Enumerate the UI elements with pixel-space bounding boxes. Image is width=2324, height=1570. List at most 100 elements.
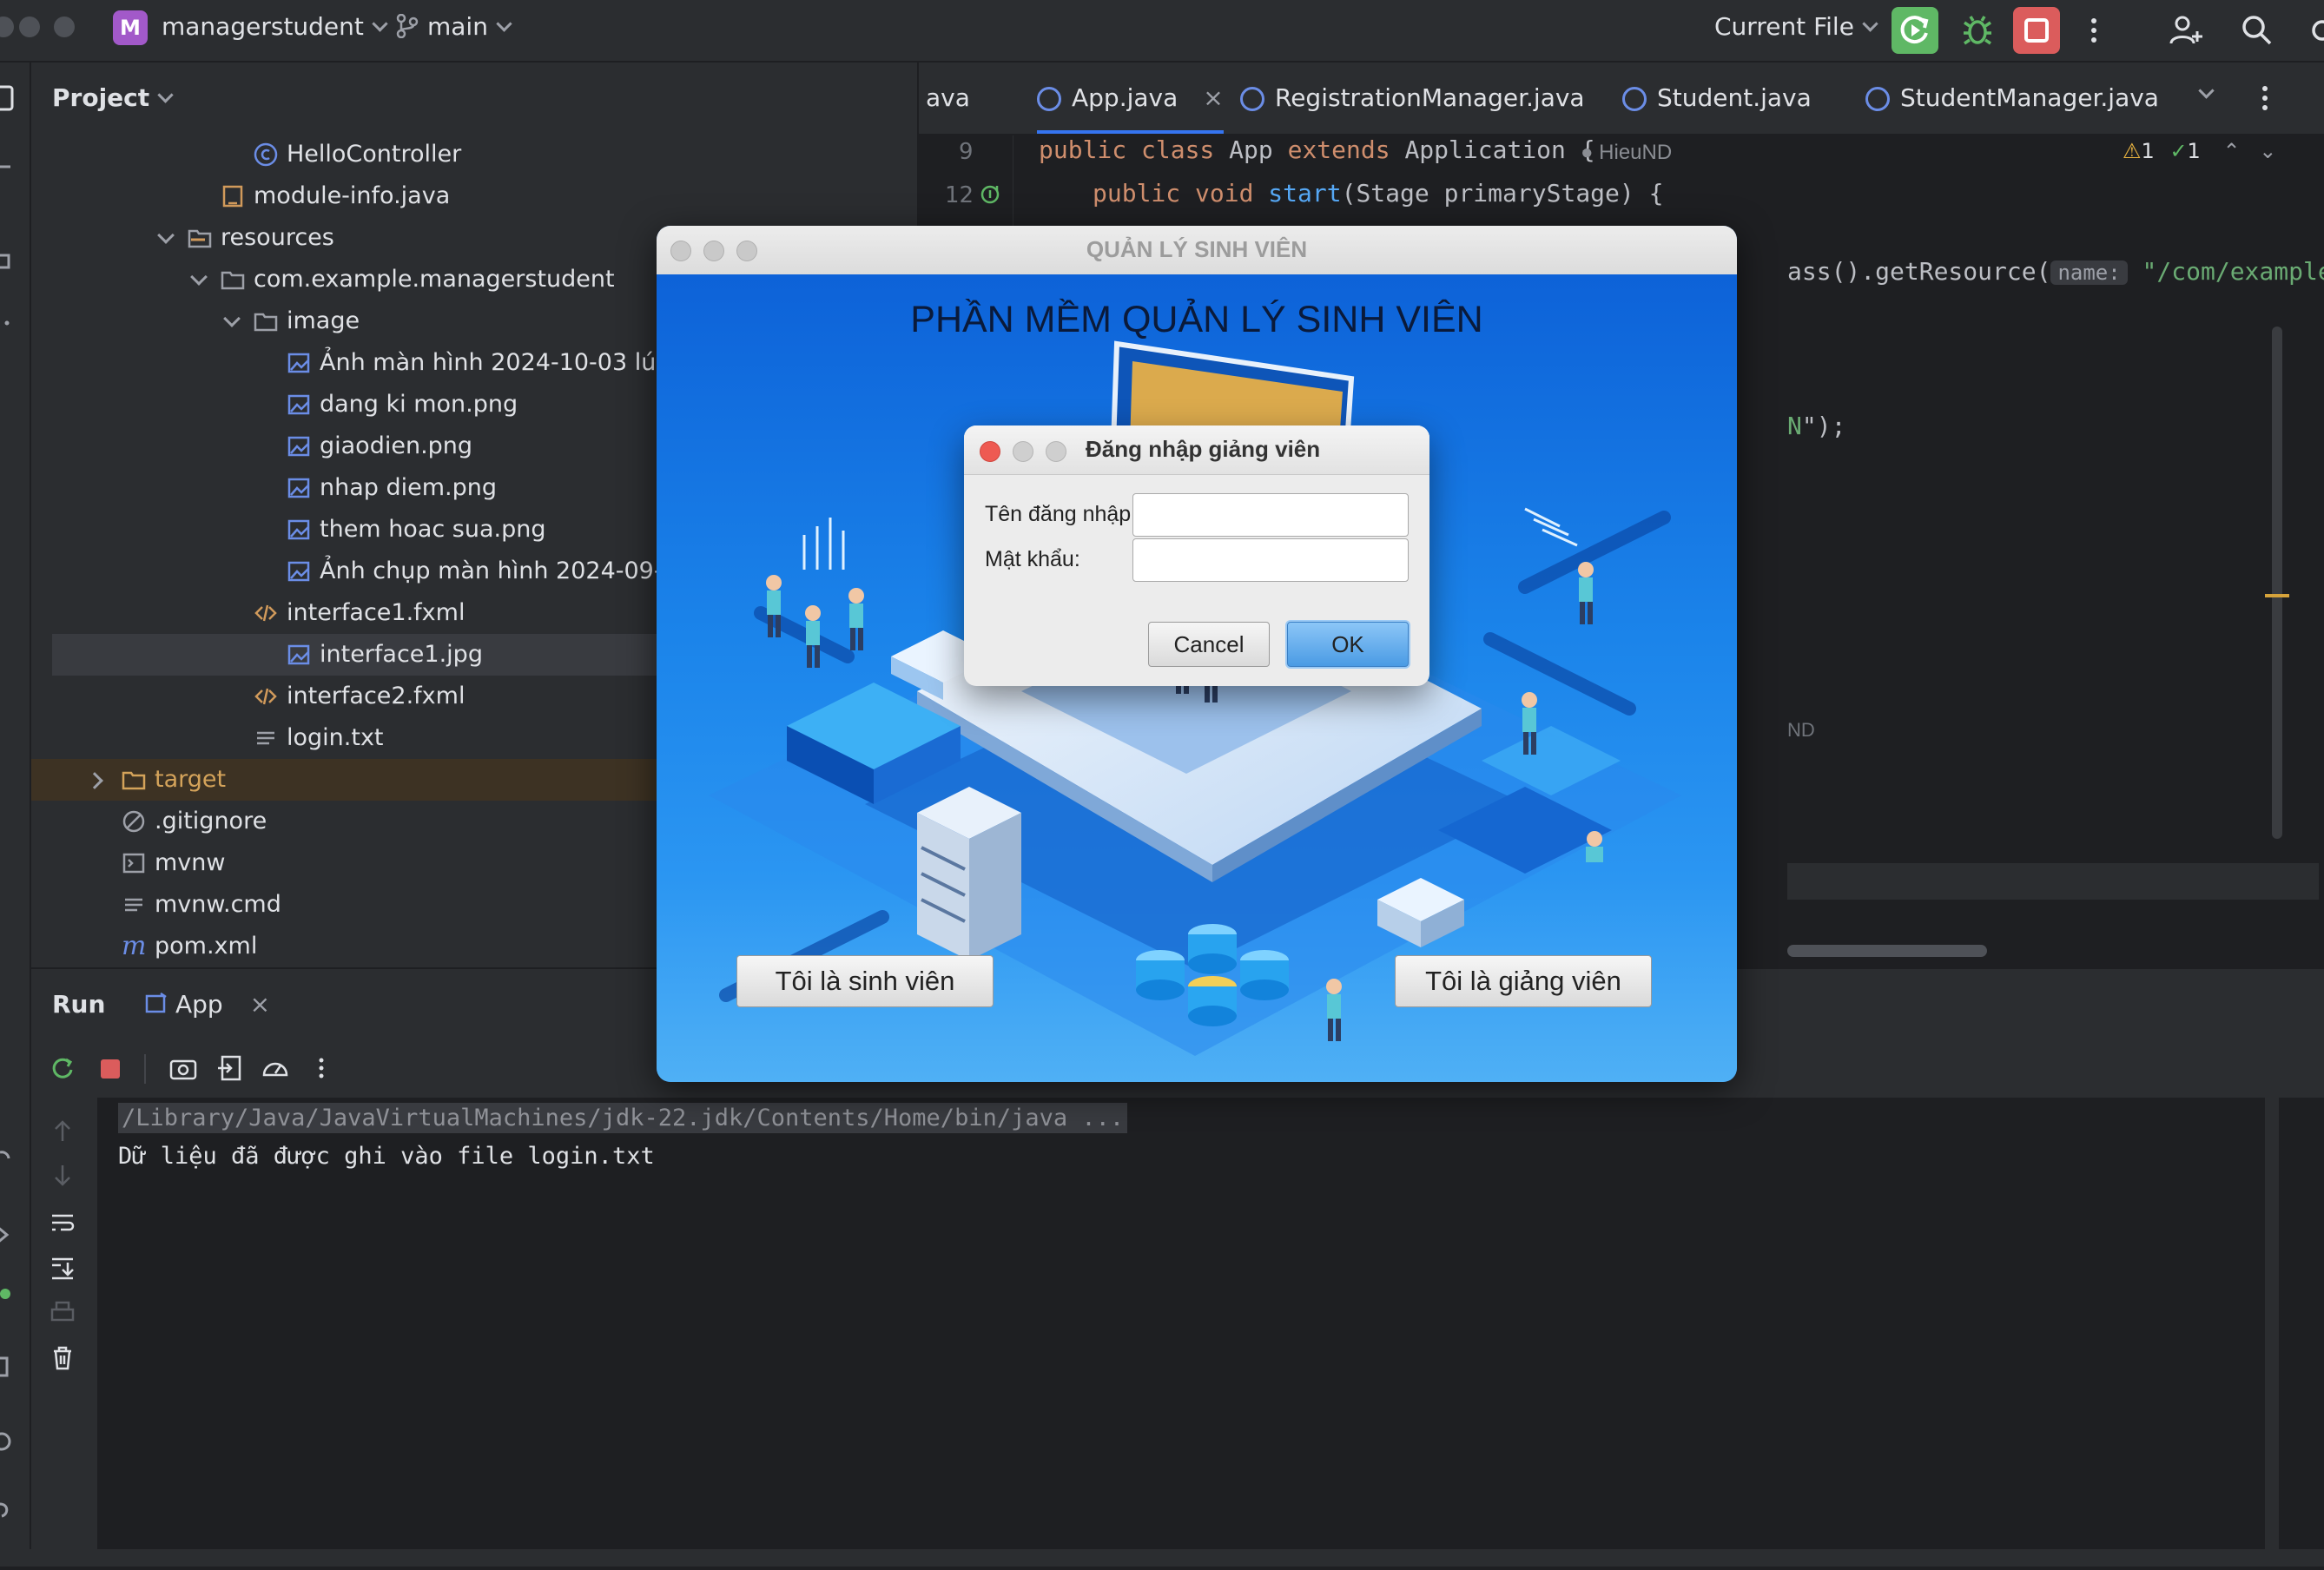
chevron-down-icon[interactable] xyxy=(223,310,241,327)
branch-selector[interactable]: main xyxy=(396,12,512,41)
window-close-icon[interactable] xyxy=(0,16,14,37)
tree-item-label: target xyxy=(155,766,227,793)
chevron-down-icon xyxy=(1862,16,1878,32)
more-vertical-icon[interactable] xyxy=(313,1054,330,1082)
inspection-widget[interactable]: ⚠1 ✓1 ⌃ ⌄ xyxy=(2123,139,2276,163)
project-view-selector[interactable]: Project xyxy=(52,83,174,112)
author-name: HieuND xyxy=(1599,141,1673,164)
code-token: N xyxy=(1787,412,1802,440)
dialog-minimize-icon[interactable] xyxy=(1013,441,1033,462)
tab-app-java[interactable]: App.java × xyxy=(1037,63,1224,134)
tree-item-module-info[interactable]: module-info.java xyxy=(31,175,917,217)
gear-icon xyxy=(2312,20,2324,41)
git-branch-icon xyxy=(396,13,419,39)
close-tab-icon[interactable]: × xyxy=(1203,83,1223,112)
code-fragment-author: ND xyxy=(1787,719,1815,741)
bug-icon xyxy=(1964,16,1991,45)
ok-button[interactable]: OK xyxy=(1287,622,1409,667)
stop-button[interactable] xyxy=(2013,7,2060,54)
console-output[interactable]: /Library/Java/JavaVirtualMachines/jdk-22… xyxy=(97,1098,2324,1549)
search-icon xyxy=(2242,16,2272,45)
dialog-close-icon[interactable] xyxy=(980,441,1000,462)
dialog-zoom-icon[interactable] xyxy=(1046,441,1066,462)
tree-item-label: mvnw xyxy=(155,849,226,876)
more-actions-button[interactable] xyxy=(2072,9,2116,52)
project-selector[interactable]: managerstudent xyxy=(162,12,388,41)
debug-button[interactable] xyxy=(1956,9,1999,52)
run-panel-title: Run xyxy=(52,990,106,1019)
warning-icon: ⚠ xyxy=(2123,139,2142,163)
override-gutter-icon[interactable] xyxy=(980,182,1004,207)
scroll-to-end-icon[interactable] xyxy=(49,1254,76,1282)
dialog-title: Đăng nhập giảng viên xyxy=(1086,436,1321,462)
image-file-icon xyxy=(287,353,310,373)
student-role-button[interactable]: Tôi là sinh viên xyxy=(736,955,994,1007)
rerun-icon[interactable] xyxy=(49,1054,76,1082)
chevron-down-icon[interactable]: ⌄ xyxy=(2259,139,2276,163)
username-input[interactable] xyxy=(1132,493,1409,537)
soft-wrap-icon[interactable] xyxy=(49,1209,76,1237)
param-hint: name: xyxy=(2050,261,2128,285)
stop-icon[interactable] xyxy=(101,1059,120,1079)
code-token: public class xyxy=(1039,135,1230,164)
tab-label: Student.java xyxy=(1657,83,1812,112)
camera-icon[interactable] xyxy=(168,1054,198,1082)
exit-icon[interactable] xyxy=(215,1054,243,1082)
text-file-icon xyxy=(257,731,274,745)
tabs-overflow-button[interactable] xyxy=(2198,82,2215,105)
tree-item-label: dang ki mon.png xyxy=(320,391,518,418)
editor-bottom-strip xyxy=(1787,863,2319,900)
arrow-down-icon[interactable] xyxy=(49,1162,76,1190)
tab-label: StudentManager.java xyxy=(1900,83,2159,112)
tree-item-label: login.txt xyxy=(287,724,384,751)
maven-icon: m xyxy=(122,931,147,961)
project-name: managerstudent xyxy=(162,12,364,41)
vertical-scrollbar[interactable] xyxy=(2272,327,2282,839)
tool-window-icons xyxy=(0,85,14,1518)
cancel-button[interactable]: Cancel xyxy=(1148,622,1270,667)
tab-student[interactable]: Student.java xyxy=(1622,63,1812,134)
rerun-button[interactable] xyxy=(1892,7,1938,54)
image-file-icon xyxy=(287,478,310,498)
chevron-up-icon[interactable]: ⌃ xyxy=(2222,139,2240,163)
tree-item-hellocontroller[interactable]: HelloController xyxy=(31,134,917,175)
fxml-file-icon xyxy=(254,688,277,705)
profiler-icon[interactable] xyxy=(261,1054,290,1082)
tool-window-strip xyxy=(0,63,31,1567)
password-label: Mật khẩu: xyxy=(985,547,1080,571)
class-icon xyxy=(254,142,278,167)
arrow-up-icon[interactable] xyxy=(49,1117,76,1145)
tree-item-label: pom.xml xyxy=(155,933,258,960)
tree-item-label: resources xyxy=(221,224,334,251)
teacher-role-button[interactable]: Tôi là giảng viên xyxy=(1395,955,1652,1007)
run-config-selector[interactable]: Current File xyxy=(1714,12,1878,41)
settings-button[interactable] xyxy=(2303,9,2324,52)
chevron-down-icon[interactable] xyxy=(190,268,208,286)
print-icon[interactable] xyxy=(49,1299,76,1327)
tree-item-label: them hoac sua.png xyxy=(320,516,546,543)
chevron-right-icon[interactable] xyxy=(86,772,103,789)
tab-studentmanager[interactable]: StudentManager.java xyxy=(1865,63,2159,134)
editor-tabs: ava App.java × RegistrationManager.java … xyxy=(919,63,2324,135)
tabs-more-button[interactable] xyxy=(2248,76,2282,123)
user-icon: ● xyxy=(1581,141,1594,164)
chevron-down-icon[interactable] xyxy=(157,227,175,244)
close-tab-icon[interactable]: × xyxy=(250,990,270,1019)
add-user-icon xyxy=(2169,16,2202,44)
trash-icon[interactable] xyxy=(49,1344,76,1372)
add-user-button[interactable] xyxy=(2164,9,2208,52)
search-button[interactable] xyxy=(2235,9,2279,52)
chevron-down-icon xyxy=(372,16,388,32)
project-badge[interactable]: M xyxy=(113,10,148,45)
password-input[interactable] xyxy=(1132,538,1409,582)
code-token: Application { xyxy=(1404,135,1595,164)
class-icon xyxy=(1240,87,1264,111)
horizontal-scrollbar[interactable] xyxy=(1787,945,1987,957)
run-tab-app[interactable]: App × xyxy=(144,969,271,1044)
tab-partial[interactable]: ava xyxy=(926,63,970,134)
window-zoom-icon[interactable] xyxy=(54,16,75,37)
window-minimize-icon[interactable] xyxy=(19,16,40,37)
console-scrollbar-track[interactable] xyxy=(2265,1098,2279,1549)
tab-registrationmanager[interactable]: RegistrationManager.java xyxy=(1240,63,1585,134)
tree-item-label: Ảnh màn hình 2024-10-03 lúc 2 xyxy=(320,349,691,376)
